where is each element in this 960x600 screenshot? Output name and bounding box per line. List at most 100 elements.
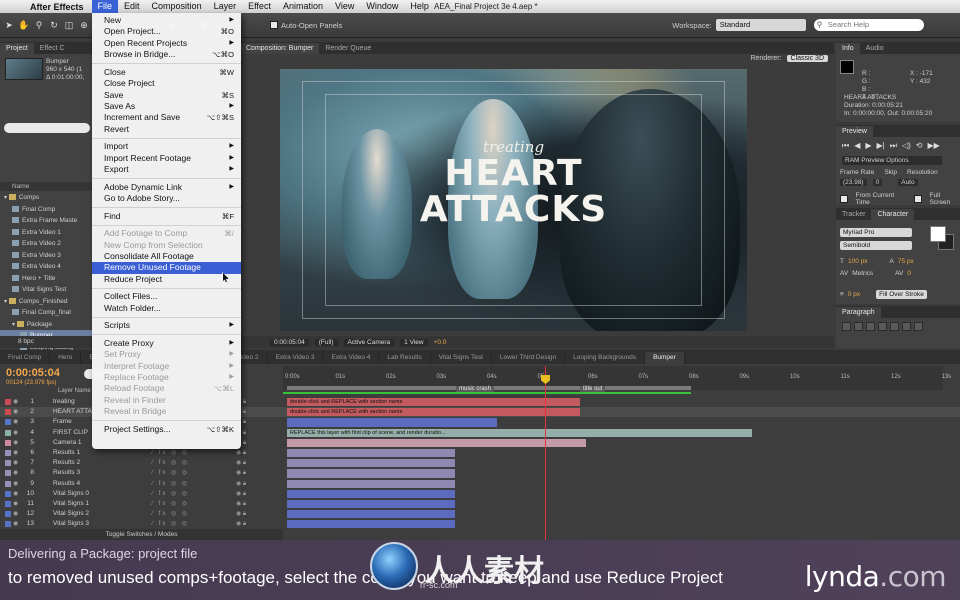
layer-row[interactable]: ◉ 9 Results 4 ⁄ fx ◎ ◎ ◉ 🔒︎ bbox=[0, 479, 960, 489]
resolution-select[interactable]: (Full) bbox=[314, 338, 338, 346]
stroke-type-select[interactable]: Fill Over Stroke bbox=[876, 290, 927, 299]
tab-render-queue[interactable]: Render Queue bbox=[319, 43, 377, 54]
camera-tool-icon[interactable]: ◫ bbox=[63, 19, 75, 31]
layer-name[interactable]: Results 2 bbox=[53, 458, 80, 468]
search-help-input[interactable]: ⚲ Search Help bbox=[813, 19, 924, 31]
menu-item-open-recent-projects[interactable]: Open Recent Projects ▶ bbox=[92, 38, 241, 49]
project-comp[interactable]: Extra Video 3 bbox=[0, 250, 92, 262]
layer-switches[interactable]: ⁄ fx ◎ ◎ bbox=[152, 489, 189, 499]
justify-all-icon[interactable] bbox=[914, 322, 923, 331]
project-comp[interactable]: Final Comp bbox=[0, 204, 92, 216]
viewer-timecode[interactable]: 0:00:05:04 bbox=[270, 338, 309, 346]
ram-preview-icon[interactable]: ▶▶ bbox=[927, 141, 939, 151]
lock-icon[interactable]: ◉ 🔒︎ bbox=[236, 489, 246, 499]
layer-label-color[interactable] bbox=[5, 511, 11, 518]
layer-name[interactable]: FIRST CLIP bbox=[53, 428, 88, 438]
visibility-eye-icon[interactable]: ◉ bbox=[13, 428, 18, 438]
layer-row[interactable]: ◉ 11 Vital Signs 1 ⁄ fx ◎ ◎ ◉ 🔒︎ bbox=[0, 499, 960, 509]
visibility-eye-icon[interactable]: ◉ bbox=[13, 448, 18, 458]
rotate-tool-icon[interactable]: ↻ bbox=[48, 19, 60, 31]
timeline-current-time[interactable]: 0:00:05:04 bbox=[6, 367, 60, 379]
overlay-heart[interactable]: HEART bbox=[280, 153, 747, 194]
layer-label-color[interactable] bbox=[5, 470, 11, 477]
justify-center-icon[interactable] bbox=[890, 322, 899, 331]
layer-row[interactable]: ◉ 13 Vital Signs 3 ⁄ fx ◎ ◎ ◉ 🔒︎ bbox=[0, 519, 960, 529]
timeline-tab[interactable]: Lab Results bbox=[379, 352, 431, 364]
menu-item-increment-and-save[interactable]: Increment and Save ⌥⇧⌘S bbox=[92, 112, 241, 123]
pan-behind-tool-icon[interactable]: ⊕ bbox=[78, 19, 90, 31]
timeline-tab[interactable]: Lower Third Design bbox=[492, 352, 566, 364]
layer-duration-bar[interactable] bbox=[287, 499, 455, 509]
kerning-value[interactable]: Metrics bbox=[852, 270, 873, 277]
layer-row[interactable]: ◉ 8 Results 3 ⁄ fx ◎ ◎ ◉ 🔒︎ bbox=[0, 468, 960, 478]
hand-tool-icon[interactable]: ✋ bbox=[18, 19, 30, 31]
visibility-eye-icon[interactable]: ◉ bbox=[13, 438, 18, 448]
timeline-tab[interactable]: Bumper bbox=[645, 352, 685, 364]
menu-item-reduce-project[interactable]: Reduce Project bbox=[92, 274, 241, 285]
tab-project[interactable]: Project bbox=[0, 43, 34, 54]
layer-name[interactable]: Camera 1 bbox=[53, 438, 82, 448]
lock-icon[interactable]: ◉ 🔒︎ bbox=[236, 468, 246, 478]
menu-item-watch-folder[interactable]: Watch Folder... bbox=[92, 303, 241, 314]
menu-item-import[interactable]: Import ▶ bbox=[92, 141, 241, 152]
layer-name[interactable]: Vital Signs 0 bbox=[53, 489, 89, 499]
menu-help[interactable]: Help bbox=[404, 0, 435, 13]
current-time-indicator[interactable] bbox=[545, 366, 546, 540]
visibility-eye-icon[interactable]: ◉ bbox=[13, 519, 18, 529]
layer-duration-bar[interactable] bbox=[287, 459, 455, 468]
visibility-eye-icon[interactable]: ◉ bbox=[13, 499, 18, 509]
camera-select[interactable]: Active Camera bbox=[343, 338, 395, 346]
layer-name[interactable]: HEART ATTA bbox=[53, 407, 92, 417]
tab-tracker[interactable]: Tracker bbox=[836, 209, 871, 220]
workspace-select[interactable]: Standard bbox=[715, 19, 806, 31]
layer-name[interactable]: treating bbox=[53, 397, 75, 407]
layer-duration-bar[interactable] bbox=[287, 438, 586, 447]
project-comp[interactable]: Extra Video 2 bbox=[0, 238, 92, 250]
layer-switches[interactable]: ⁄ fx ◎ ◎ bbox=[152, 519, 189, 529]
renderer-select[interactable]: Classic 3D bbox=[786, 55, 828, 62]
loop-icon[interactable]: ⟲ bbox=[916, 141, 923, 151]
visibility-eye-icon[interactable]: ◉ bbox=[13, 509, 18, 519]
visibility-eye-icon[interactable]: ◉ bbox=[13, 397, 18, 407]
ram-preview-options-select[interactable]: RAM Preview Options bbox=[842, 156, 942, 165]
timeline-tab[interactable]: Hero bbox=[50, 352, 82, 364]
layer-switches[interactable]: ⁄ fx ◎ ◎ bbox=[152, 499, 189, 509]
layer-duration-bar[interactable] bbox=[287, 469, 455, 478]
timeline-tab[interactable]: Vital Signs Test bbox=[431, 352, 492, 364]
layer-switches[interactable]: ⁄ fx ◎ ◎ bbox=[152, 468, 189, 478]
fill-color-swatch[interactable] bbox=[930, 226, 946, 242]
layer-duration-bar[interactable] bbox=[287, 479, 455, 488]
tab-paragraph[interactable]: Paragraph bbox=[836, 307, 881, 318]
visibility-eye-icon[interactable]: ◉ bbox=[13, 458, 18, 468]
visibility-eye-icon[interactable]: ◉ bbox=[13, 468, 18, 478]
layer-row[interactable]: ◉ 6 Results 1 ⁄ fx ◎ ◎ ◉ 🔒︎ bbox=[0, 448, 960, 458]
project-folder[interactable]: ▾ Comps_Finished bbox=[0, 296, 92, 308]
layer-row[interactable]: ◉ 10 Vital Signs 0 ⁄ fx ◎ ◎ ◉ 🔒︎ bbox=[0, 489, 960, 499]
layer-label-color[interactable] bbox=[5, 490, 11, 497]
align-right-icon[interactable] bbox=[866, 322, 875, 331]
layer-duration-bar[interactable] bbox=[287, 510, 455, 519]
layer-label-color[interactable] bbox=[5, 409, 11, 416]
audio-icon[interactable]: ◁) bbox=[902, 141, 911, 151]
layer-switches[interactable]: ⁄ fx ◎ ◎ bbox=[152, 479, 189, 489]
layer-switches[interactable]: ⁄ fx ◎ ◎ bbox=[152, 448, 189, 458]
auto-open-panels-checkbox[interactable] bbox=[270, 21, 278, 29]
layer-duration-bar[interactable] bbox=[287, 520, 455, 529]
menu-item-save-as[interactable]: Save As ▶ bbox=[92, 101, 241, 112]
justify-left-icon[interactable] bbox=[878, 322, 887, 331]
menu-item-export[interactable]: Export ▶ bbox=[92, 164, 241, 175]
layer-label-color[interactable] bbox=[5, 460, 11, 467]
frame-rate-select[interactable]: (23.98) bbox=[840, 179, 867, 186]
menu-item-adobe-dynamic-link[interactable]: Adobe Dynamic Link ▶ bbox=[92, 182, 241, 193]
layer-label-color[interactable] bbox=[5, 419, 11, 426]
menu-item-scripts[interactable]: Scripts ▶ bbox=[92, 320, 241, 331]
skip-select[interactable]: 0 bbox=[872, 179, 883, 186]
lock-icon[interactable]: ◉ 🔒︎ bbox=[236, 519, 246, 529]
layer-duration-bar[interactable]: double-click and REPLACE with section na… bbox=[287, 398, 580, 407]
tab-audio[interactable]: Audio bbox=[860, 43, 890, 54]
menu-item-project-settings[interactable]: Project Settings... ⌥⇧⌘K bbox=[92, 424, 241, 435]
tab-info[interactable]: Info bbox=[836, 43, 860, 54]
font-family-select[interactable]: Myriad Pro bbox=[840, 228, 912, 237]
project-comp[interactable]: Final Comp_final bbox=[0, 307, 92, 319]
menu-item-find[interactable]: Find ⌘F bbox=[92, 211, 241, 222]
